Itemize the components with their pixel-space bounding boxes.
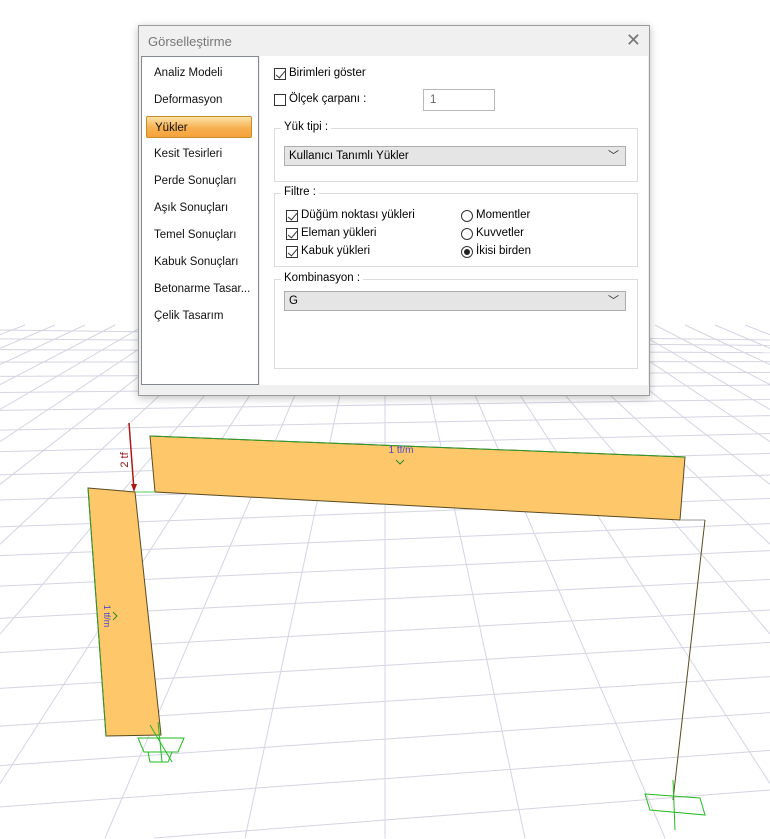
- scale-factor-label: Ölçek çarpanı :: [289, 93, 367, 105]
- chevron-down-icon: ﹀: [608, 295, 619, 307]
- filter-radio-0[interactable]: [461, 210, 473, 222]
- show-units-label: Birimleri göster: [289, 67, 366, 79]
- close-icon[interactable]: ✕: [626, 30, 641, 51]
- support-right: [644, 779, 706, 831]
- nav-item-0[interactable]: Analiz Modeli: [146, 62, 252, 84]
- scale-factor-checkbox[interactable]: [274, 94, 286, 106]
- right-column: [672, 519, 706, 801]
- nav-item-8[interactable]: Betonarme Tasar...: [146, 278, 252, 300]
- nav-item-5[interactable]: Aşık Sonuçları: [146, 197, 252, 219]
- load-type-select[interactable]: Kullanıcı Tanımlı Yükler ﹀: [284, 146, 626, 166]
- scale-factor-input[interactable]: 1: [423, 89, 495, 111]
- nav-item-9[interactable]: Çelik Tasarım: [146, 305, 252, 327]
- settings-panel: Birimleri göster Ölçek çarpanı : 1 Yük t…: [260, 56, 648, 385]
- beam-load-diagram: [149, 435, 686, 521]
- combination-group: Kombinasyon : G ﹀: [274, 272, 638, 369]
- load-type-group: Yük tipi : Kullanıcı Tanımlı Yükler ﹀: [274, 121, 638, 182]
- grid-line: [244, 324, 356, 839]
- beam-load-label: 1 tf/m: [388, 445, 413, 456]
- grid-line: [0, 324, 146, 410]
- combination-label: Kombinasyon :: [281, 272, 364, 284]
- filter-radio-2[interactable]: [461, 246, 473, 258]
- nav-item-4[interactable]: Perde Sonuçları: [146, 170, 252, 192]
- grid-line: [414, 324, 526, 839]
- visualization-dialog: Görselleştirme ✕ Analiz Modeli Deformasyo…: [138, 25, 650, 396]
- filter-checkbox-0[interactable]: [286, 210, 298, 222]
- filter-checkbox-label: Eleman yükleri: [301, 227, 377, 239]
- grid-line: [0, 324, 56, 349]
- filter-checkbox-label: Düğüm noktası yükleri: [301, 209, 415, 221]
- filter-radio-label: Momentler: [476, 209, 531, 221]
- combination-select[interactable]: G ﹀: [284, 291, 626, 311]
- filter-radio-label: İkisi birden: [476, 245, 531, 257]
- nav-item-3[interactable]: Kesit Tesirleri: [146, 143, 252, 165]
- category-list: Analiz Modeli Deformasyon Yükler Kesit Tesi…: [141, 56, 259, 385]
- point-load-label: 2 tf: [119, 451, 131, 467]
- nav-item-1[interactable]: Deformasyon: [146, 89, 252, 111]
- column-load-diagram: [87, 487, 162, 737]
- filter-checkbox-1[interactable]: [286, 228, 298, 240]
- load-type-value: Kullanıcı Tanımlı Yükler: [289, 150, 409, 162]
- grid-line: [744, 324, 770, 336]
- combination-value: G: [289, 295, 298, 307]
- column-load-label: 1 tf/m: [102, 605, 112, 628]
- nav-item-6[interactable]: Temel Sonuçları: [146, 224, 252, 246]
- arrow-head-icon: [131, 484, 137, 492]
- chevron-down-icon: ﹀: [608, 150, 619, 162]
- show-units-checkbox[interactable]: [274, 68, 286, 80]
- nav-item-7[interactable]: Kabuk Sonuçları: [146, 251, 252, 273]
- filter-radio-label: Kuvvetler: [476, 227, 524, 239]
- filter-label: Filtre :: [281, 186, 319, 198]
- dialog-title: Görselleştirme: [148, 34, 232, 49]
- filter-checkbox-2[interactable]: [286, 246, 298, 258]
- filter-radio-1[interactable]: [461, 228, 473, 240]
- grid-line: [444, 324, 666, 839]
- filter-group: Filtre : Düğüm noktası yükleri Eleman yük…: [274, 186, 638, 267]
- nav-item-2[interactable]: Yükler: [146, 116, 252, 138]
- load-type-label: Yük tipi :: [281, 121, 332, 133]
- filter-checkbox-label: Kabuk yükleri: [301, 245, 371, 257]
